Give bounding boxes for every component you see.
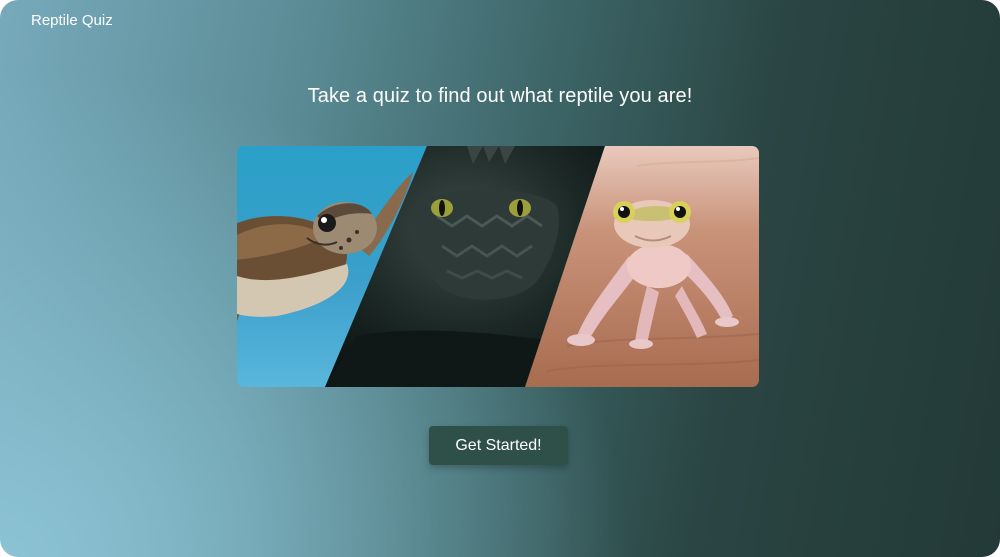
get-started-button[interactable]: Get Started! xyxy=(429,426,568,465)
hero-image xyxy=(237,146,759,387)
app-window: Reptile Quiz Take a quiz to find out wha… xyxy=(0,0,1000,557)
page-headline: Take a quiz to find out what reptile you… xyxy=(307,85,693,107)
app-title: Reptile Quiz xyxy=(31,12,113,29)
